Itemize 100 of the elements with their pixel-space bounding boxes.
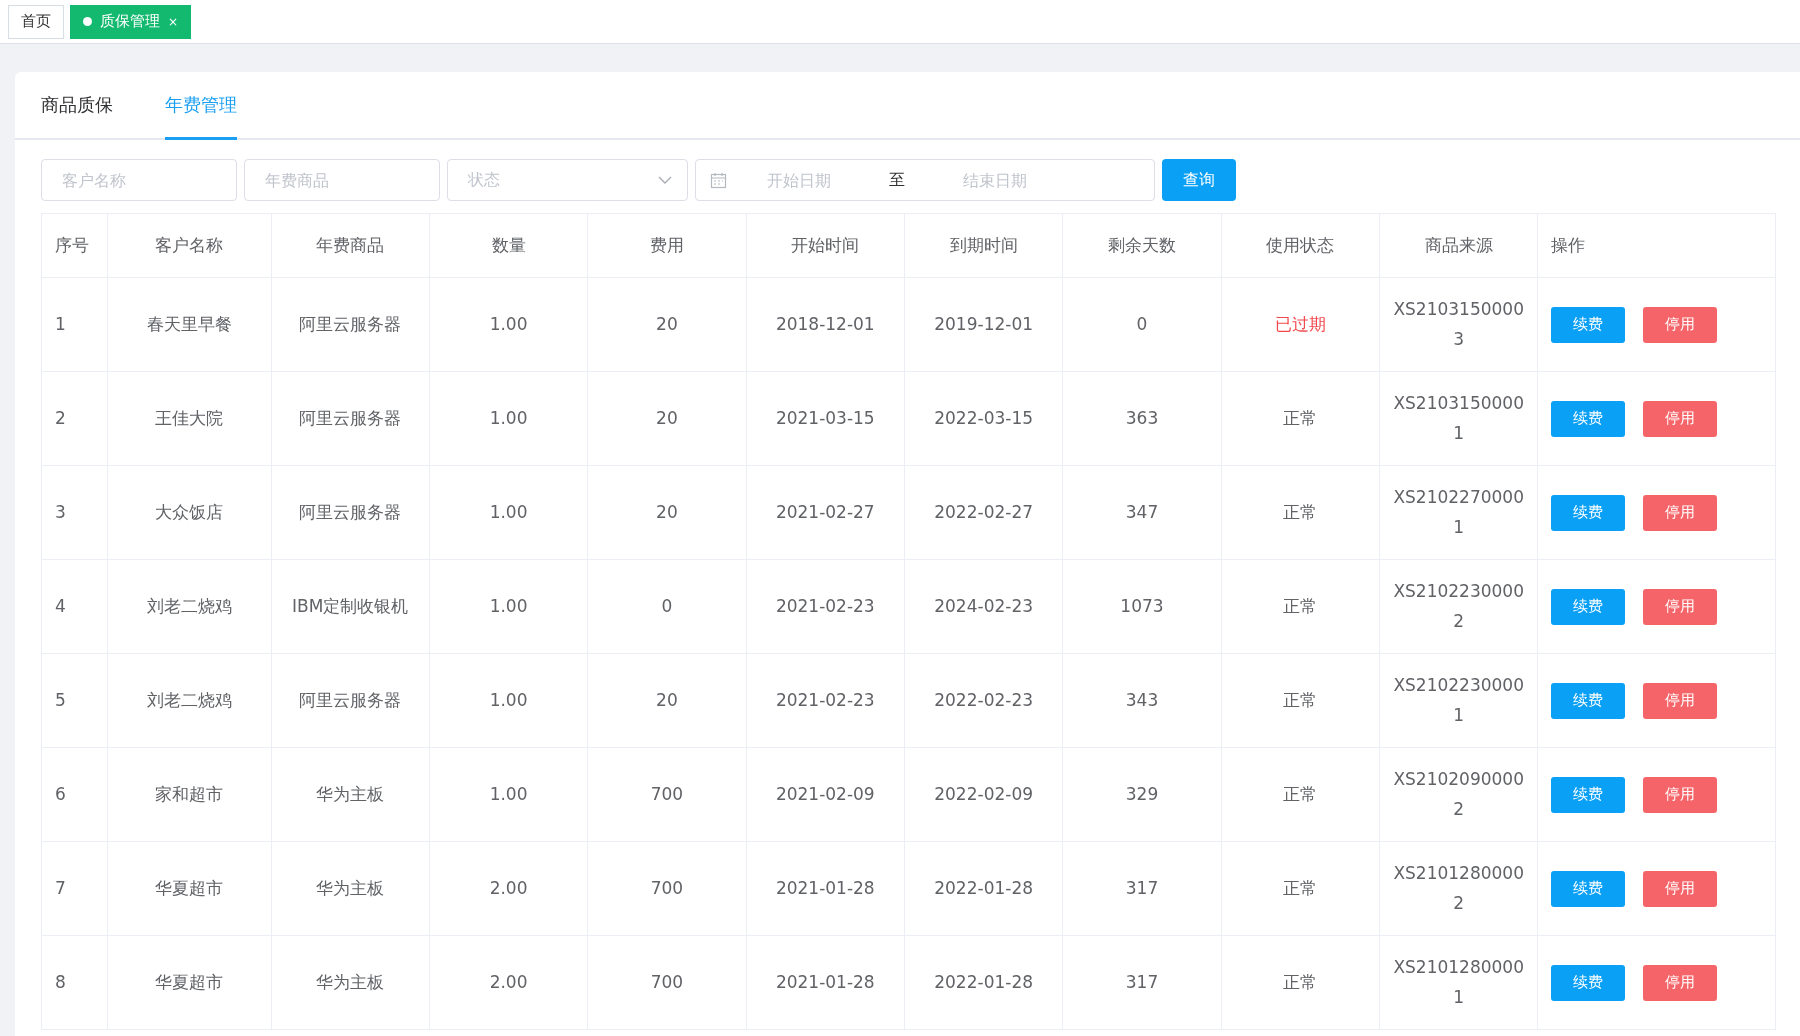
- renew-button[interactable]: 续费: [1551, 400, 1626, 437]
- table-cell: 2021-02-23: [746, 559, 905, 654]
- table-cell: 363: [1062, 371, 1222, 466]
- table-cell: 1.00: [429, 371, 588, 466]
- status-cell: 已过期: [1221, 277, 1380, 372]
- table-cell: 华为主板: [271, 747, 430, 842]
- table-cell: 20: [587, 465, 747, 560]
- page-tab-label[interactable]: 质保管理: [100, 12, 160, 31]
- disable-button[interactable]: 停用: [1643, 870, 1718, 907]
- table-cell: 2021-01-28: [746, 841, 905, 936]
- status-cell: 正常: [1221, 653, 1380, 748]
- table-cell: 317: [1062, 935, 1222, 1030]
- table-cell: 华夏超市: [107, 841, 271, 936]
- table-cell: 2022-01-28: [904, 935, 1063, 1030]
- table-cell: 阿里云服务器: [271, 653, 430, 748]
- table-cell: XS21022300001: [1379, 653, 1538, 748]
- table-cell: XS21022700001: [1379, 465, 1538, 560]
- date-range-field[interactable]: 开始日期 至 结束日期: [695, 159, 1155, 201]
- table-cell: 阿里云服务器: [271, 277, 430, 372]
- table-cell: 20: [587, 277, 747, 372]
- table-cell: XS21031500001: [1379, 371, 1538, 466]
- table-cell: 刘老二烧鸡: [107, 559, 271, 654]
- status-cell: 正常: [1221, 841, 1380, 936]
- status-select[interactable]: 状态: [447, 159, 688, 201]
- table-cell: 2022-02-27: [904, 465, 1063, 560]
- table-cell: XS21012800001: [1379, 935, 1538, 1030]
- table-cell: 700: [587, 841, 747, 936]
- column-header: 使用状态: [1221, 213, 1380, 278]
- table-cell: 2021-01-28: [746, 935, 905, 1030]
- table-cell: 2.00: [429, 841, 588, 936]
- column-header: 操作: [1537, 213, 1776, 278]
- table-cell: 4: [41, 559, 108, 654]
- table-cell: 1.00: [429, 465, 588, 560]
- column-header: 客户名称: [107, 213, 271, 278]
- product-field[interactable]: 年费商品: [244, 159, 440, 201]
- search-button[interactable]: 查询: [1162, 159, 1236, 201]
- table-cell: 0: [587, 559, 747, 654]
- table-cell: 阿里云服务器: [271, 465, 430, 560]
- status-cell: 正常: [1221, 935, 1380, 1030]
- table-cell: 20: [587, 371, 747, 466]
- page-tab[interactable]: 质保管理 ×: [70, 4, 192, 39]
- table-cell: 春天里早餐: [107, 277, 271, 372]
- column-header: 费用: [587, 213, 747, 278]
- renew-button[interactable]: 续费: [1551, 588, 1626, 625]
- renew-button[interactable]: 续费: [1551, 964, 1626, 1001]
- disable-button[interactable]: 停用: [1643, 306, 1718, 343]
- column-header: 年费商品: [271, 213, 430, 278]
- table-cell: 2022-01-28: [904, 841, 1063, 936]
- table-cell: 刘老二烧鸡: [107, 653, 271, 748]
- table-cell: 700: [587, 935, 747, 1030]
- table-cell: 2022-02-23: [904, 653, 1063, 748]
- table-cell: 2021-03-15: [746, 371, 905, 466]
- table-cell: 2: [41, 371, 108, 466]
- table-cell: 2021-02-09: [746, 747, 905, 842]
- page-tab[interactable]: 首页: [8, 4, 64, 39]
- table-cell: 20: [587, 653, 747, 748]
- active-dot-icon: [83, 17, 92, 26]
- status-cell: 正常: [1221, 559, 1380, 654]
- renew-button[interactable]: 续费: [1551, 494, 1626, 531]
- column-header: 到期时间: [904, 213, 1063, 278]
- table-cell: 347: [1062, 465, 1222, 560]
- disable-button[interactable]: 停用: [1643, 776, 1718, 813]
- table-cell: XS21020900002: [1379, 747, 1538, 842]
- page-tab-label[interactable]: 首页: [21, 12, 51, 31]
- renew-button[interactable]: 续费: [1551, 682, 1626, 719]
- table-cell: 7: [41, 841, 108, 936]
- table-cell: XS21012800002: [1379, 841, 1538, 936]
- status-cell: 正常: [1221, 747, 1380, 842]
- column-header: 商品来源: [1379, 213, 1538, 278]
- disable-button[interactable]: 停用: [1643, 494, 1718, 531]
- table-cell: 1.00: [429, 559, 588, 654]
- disable-button[interactable]: 停用: [1643, 400, 1718, 437]
- disable-button[interactable]: 停用: [1643, 588, 1718, 625]
- renew-button[interactable]: 续费: [1551, 870, 1626, 907]
- customer-name-field[interactable]: 客户名称: [41, 159, 237, 201]
- section-tab[interactable]: 商品质保: [41, 72, 113, 140]
- table-cell: 1.00: [429, 653, 588, 748]
- calendar-icon: [710, 171, 727, 189]
- table-cell: 华为主板: [271, 841, 430, 936]
- renew-button[interactable]: 续费: [1551, 776, 1626, 813]
- column-header: 序号: [41, 213, 108, 278]
- table-cell: 3: [41, 465, 108, 560]
- renew-button[interactable]: 续费: [1551, 306, 1626, 343]
- status-cell: 正常: [1221, 465, 1380, 560]
- table-cell: 317: [1062, 841, 1222, 936]
- table-cell: 华夏超市: [107, 935, 271, 1030]
- disable-button[interactable]: 停用: [1643, 964, 1718, 1001]
- status-cell: 正常: [1221, 371, 1380, 466]
- table-cell: 700: [587, 747, 747, 842]
- table-cell: 343: [1062, 653, 1222, 748]
- table-cell: 5: [41, 653, 108, 748]
- table-cell: XS21031500003: [1379, 277, 1538, 372]
- section-tab[interactable]: 年费管理: [165, 72, 237, 140]
- column-header: 剩余天数: [1062, 213, 1222, 278]
- range-separator: 至: [888, 169, 906, 191]
- table-cell: 1: [41, 277, 108, 372]
- table-cell: IBM定制收银机: [271, 559, 430, 654]
- column-header: 开始时间: [746, 213, 905, 278]
- disable-button[interactable]: 停用: [1643, 682, 1718, 719]
- close-icon[interactable]: ×: [168, 14, 179, 29]
